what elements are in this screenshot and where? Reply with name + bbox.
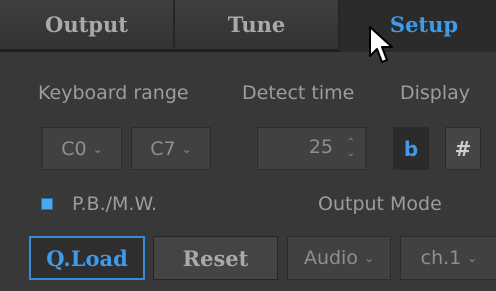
tab-tune[interactable]: Tune — [175, 0, 340, 52]
output-mode-type-select[interactable]: Audio ⌄ — [287, 236, 391, 280]
reset-button[interactable]: Reset — [153, 236, 278, 280]
detect-time-value: 25 — [308, 136, 333, 158]
display-label: Display — [400, 82, 471, 104]
mouse-cursor-icon — [369, 26, 393, 63]
setup-panel: Output Tune Setup Keyboard range Detect … — [0, 0, 496, 291]
chevron-down-icon: ⌄ — [181, 141, 192, 156]
keyboard-range-high-value: C7 — [150, 137, 176, 160]
chevron-down-icon: ⌄ — [363, 251, 375, 265]
pbmw-checkbox[interactable] — [41, 198, 53, 210]
display-sharp-button[interactable]: # — [445, 127, 481, 170]
keyboard-range-low-select[interactable]: C0 ⌄ — [42, 127, 122, 170]
output-mode-channel-value: ch.1 — [420, 247, 462, 269]
chevron-down-icon: ⌄ — [467, 251, 478, 265]
output-mode-type-value: Audio — [303, 247, 358, 269]
display-flat-button[interactable]: b — [393, 127, 429, 170]
keyboard-range-label: Keyboard range — [38, 82, 189, 104]
qload-button[interactable]: Q.Load — [29, 236, 145, 280]
output-mode-channel-select[interactable]: ch.1 ⌄ — [400, 236, 496, 280]
tab-output[interactable]: Output — [0, 0, 175, 52]
chevron-down-icon: ⌄ — [92, 141, 103, 156]
tab-setup[interactable]: Setup — [340, 0, 496, 52]
pbmw-label: P.B./M.W. — [72, 193, 158, 215]
keyboard-range-low-value: C0 — [61, 137, 87, 160]
detect-time-label: Detect time — [242, 82, 355, 104]
keyboard-range-high-select[interactable]: C7 ⌄ — [131, 127, 211, 170]
output-mode-label: Output Mode — [318, 193, 442, 215]
spinner-arrows-icon[interactable]: ⌃ ⌄ — [347, 137, 355, 159]
detect-time-spinner[interactable]: 25 ⌃ ⌄ — [257, 127, 366, 170]
